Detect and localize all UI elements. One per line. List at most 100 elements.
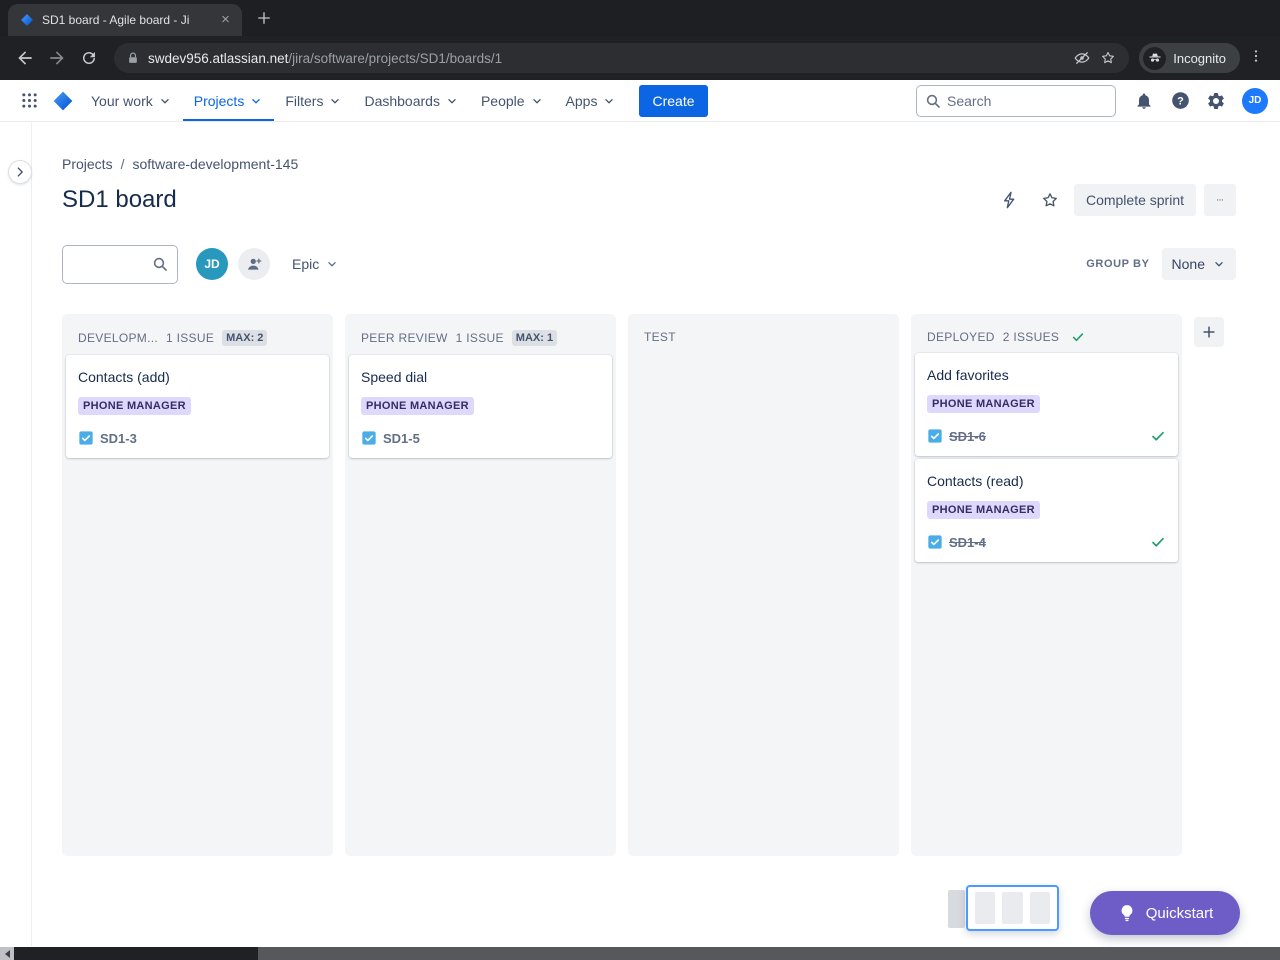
epic-label-badge: PHONE MANAGER	[927, 501, 1040, 519]
epic-label-badge: PHONE MANAGER	[927, 395, 1040, 413]
chevron-down-icon	[252, 98, 261, 103]
person-add-icon	[248, 258, 262, 270]
settings-gear-icon[interactable]	[1200, 85, 1232, 117]
page-title: SD1 board	[62, 186, 177, 213]
global-search-input[interactable]	[947, 92, 1107, 109]
horizontal-scrollbar[interactable]	[0, 947, 1280, 960]
more-horizontal-icon	[1217, 199, 1223, 201]
scroll-left-arrow[interactable]	[0, 947, 14, 960]
incognito-badge: Incognito	[1139, 43, 1240, 73]
jira-logo[interactable]	[52, 90, 74, 112]
breadcrumb-project-name[interactable]: software-development-145	[132, 156, 298, 172]
breadcrumb: Projects / software-development-145	[62, 156, 1236, 172]
epic-filter-dropdown[interactable]: Epic	[292, 256, 339, 272]
column-done-check-icon	[1071, 330, 1085, 344]
app-switcher-icon[interactable]	[12, 92, 46, 109]
group-by-value: None	[1171, 256, 1205, 272]
scrollbar-thumb[interactable]	[258, 947, 1280, 960]
lightbulb-icon	[1117, 903, 1137, 923]
board-filter-input[interactable]	[72, 256, 152, 272]
chevron-down-icon	[532, 98, 541, 103]
browser-menu-icon[interactable]	[1242, 48, 1270, 69]
issue-summary: Contacts (read)	[927, 473, 1024, 489]
sidebar-expand-button[interactable]	[8, 160, 32, 184]
task-type-icon	[78, 430, 94, 446]
issue-card[interactable]: Add favorites PHONE MANAGER SD1-6	[915, 353, 1178, 456]
jira-board-window: SD1 board - Agile board - Ji × swdev956.…	[0, 0, 1280, 960]
browser-tab[interactable]: SD1 board - Agile board - Ji ×	[8, 4, 242, 36]
issue-card[interactable]: Contacts (read) PHONE MANAGER SD1-4	[915, 459, 1178, 562]
issue-card[interactable]: Contacts (add) PHONE MANAGER SD1-3	[66, 355, 329, 458]
sidebar-divider	[31, 123, 32, 946]
loading-skeleton-block	[948, 890, 965, 928]
nav-item-label: Projects	[193, 92, 245, 109]
issue-summary: Add favorites	[927, 367, 1009, 383]
url-text: swdev956.atlassian.net/jira/software/pro…	[148, 51, 502, 66]
column-issue-count: 1 ISSUE	[455, 331, 504, 345]
column-max-badge: MAX: 1	[511, 330, 558, 346]
column-max-badge: MAX: 2	[222, 330, 268, 346]
global-search[interactable]	[916, 84, 1116, 117]
column-name: PEER REVIEW	[361, 331, 448, 345]
loading-skeleton-popup	[966, 885, 1059, 931]
bookmark-star-icon[interactable]	[1099, 49, 1117, 67]
nav-item-your-work[interactable]: Your work	[80, 80, 183, 121]
help-icon[interactable]: ?	[1164, 85, 1196, 117]
notifications-bell-icon[interactable]	[1128, 85, 1160, 117]
column-header: DEVELOPM... 1 ISSUE MAX: 2	[62, 314, 333, 355]
issue-key: SD1-6	[949, 428, 986, 444]
eye-off-icon[interactable]	[1073, 49, 1091, 67]
chevron-down-icon	[1215, 262, 1223, 267]
breadcrumb-separator: /	[120, 156, 125, 172]
task-type-icon	[361, 430, 377, 446]
tab-title: SD1 board - Agile board - Ji	[42, 13, 190, 27]
group-by-dropdown[interactable]: None	[1161, 248, 1236, 280]
issue-key: SD1-4	[949, 534, 986, 550]
epic-label-badge: PHONE MANAGER	[78, 397, 191, 415]
user-avatar[interactable]: JD	[1242, 87, 1268, 114]
browser-tab-strip: SD1 board - Agile board - Ji ×	[0, 0, 1280, 36]
breadcrumb-projects[interactable]: Projects	[62, 156, 113, 172]
board-more-button[interactable]	[1204, 184, 1236, 216]
board: DEVELOPM... 1 ISSUE MAX: 2 Contacts (add…	[62, 314, 1280, 856]
svg-text:?: ?	[1177, 95, 1184, 107]
nav-item-label: Dashboards	[364, 92, 440, 109]
nav-item-apps[interactable]: Apps	[555, 80, 628, 121]
column-name: TEST	[644, 330, 676, 344]
tab-close-icon[interactable]: ×	[217, 11, 234, 29]
add-column-button[interactable]	[1194, 317, 1224, 347]
assignee-avatar[interactable]: JD	[196, 248, 228, 280]
automation-bolt-icon[interactable]	[994, 184, 1026, 216]
quickstart-button[interactable]: Quickstart	[1090, 891, 1240, 935]
nav-item-label: People	[480, 92, 525, 109]
new-tab-button[interactable]	[250, 4, 278, 32]
forward-button[interactable]	[42, 43, 72, 73]
favorite-star-icon[interactable]	[1034, 184, 1066, 216]
column-issue-count: 2 ISSUES	[1002, 330, 1060, 344]
complete-sprint-button[interactable]: Complete sprint	[1073, 184, 1196, 216]
nav-item-dashboards[interactable]: Dashboards	[353, 80, 470, 121]
board-filter-search[interactable]	[62, 244, 178, 284]
create-button[interactable]: Create	[639, 84, 708, 117]
column-name: DEPLOYED	[927, 330, 995, 344]
incognito-label: Incognito	[1173, 50, 1226, 66]
nav-item-people[interactable]: People	[470, 80, 555, 121]
nav-item-filters[interactable]: Filters	[274, 80, 353, 121]
refresh-button[interactable]	[74, 43, 104, 73]
quickstart-label: Quickstart	[1145, 904, 1214, 922]
nav-item-projects[interactable]: Projects	[183, 80, 275, 121]
issue-card[interactable]: Speed dial PHONE MANAGER SD1-5	[349, 355, 612, 458]
url-bar[interactable]: swdev956.atlassian.net/jira/software/pro…	[114, 43, 1130, 73]
jira-favicon-icon	[20, 13, 34, 27]
column-header: DEPLOYED 2 ISSUES	[911, 314, 1182, 353]
issue-summary: Speed dial	[361, 369, 428, 385]
group-by-label: GROUP BY	[1086, 258, 1150, 270]
issue-key: SD1-5	[383, 430, 420, 446]
chevron-down-icon	[328, 262, 336, 267]
chevron-down-icon	[605, 98, 614, 103]
done-check-icon	[1150, 534, 1166, 550]
lock-icon	[126, 51, 140, 65]
back-button[interactable]	[10, 43, 40, 73]
add-people-button[interactable]	[238, 248, 270, 280]
nav-item-label: Your work	[91, 92, 153, 109]
